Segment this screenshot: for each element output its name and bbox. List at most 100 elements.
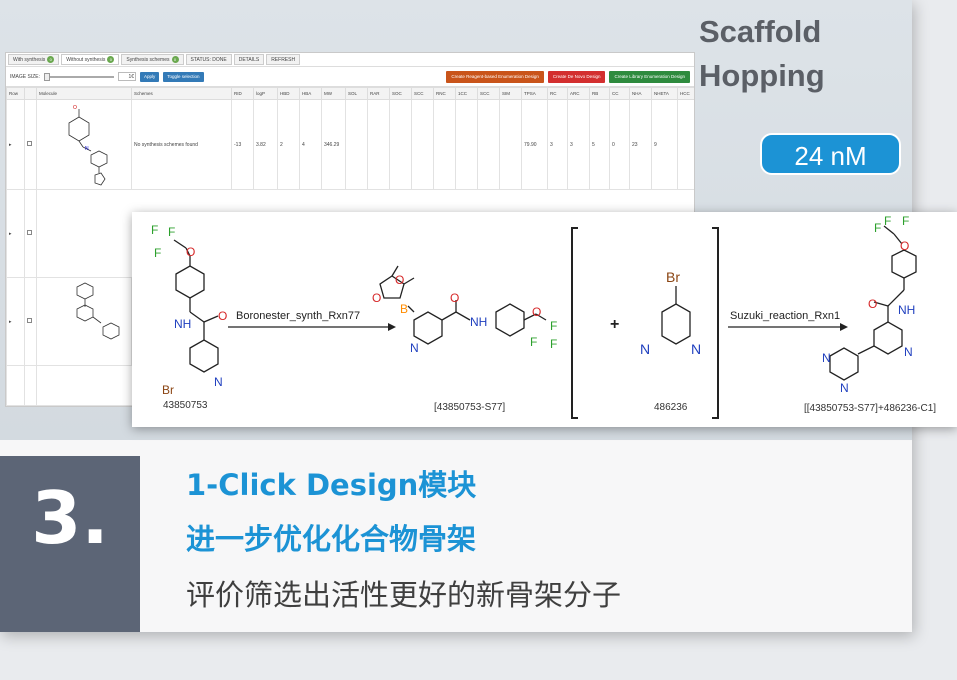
mw-cell: 346.29 [321,99,346,190]
column-header[interactable]: SCC [411,87,434,100]
checkbox[interactable] [27,141,32,146]
tab-bar: With synthesis 0 Without synthesis 0 Synth… [6,53,694,67]
image-size-label: IMAGE SIZE: [10,73,41,80]
column-header[interactable]: RNC [433,87,456,100]
de-novo-design-button[interactable]: Create De Novo Design [547,70,606,83]
library-enumeration-button[interactable]: Create Library Enumeration Design [609,70,690,83]
status-label: STATUS: DONE [190,56,227,63]
compound-id: [43850753-S77] [434,402,505,413]
column-header[interactable]: RB [589,87,610,100]
column-header[interactable]: RC [547,87,568,100]
reaction-label: Boronester_synth_Rxn77 [236,310,360,322]
atom-O: O [450,291,459,305]
details-button[interactable]: DETAILS [233,54,265,65]
column-header[interactable]: Row [6,87,25,100]
atom-N: N [410,341,419,355]
atom-N: N [214,375,223,389]
step-description: 评价筛选出活性更好的新骨架分子 [186,578,622,612]
column-header[interactable]: RAR [367,87,390,100]
column-header[interactable]: NHETA [651,87,678,100]
column-header[interactable]: RID [231,87,254,100]
atom-F: F [874,221,881,235]
column-header[interactable]: HBA [299,87,322,100]
tab-synthesis-schemes[interactable]: Synthesis schemes 0 [121,54,184,65]
bromopyrimidine-structure [661,286,691,345]
image-size-slider[interactable] [44,72,115,81]
column-header[interactable]: TPSA [521,87,548,100]
nha-cell: 23 [629,99,652,190]
atom-B: B [400,302,408,316]
row-expand[interactable]: ▸ [6,189,25,278]
checkbox[interactable] [27,230,32,235]
molecule-cell [36,277,132,366]
atom-O: O [532,305,541,319]
atom-O: O [186,245,195,259]
step-heading-1: 1-Click Design模块 [186,468,477,502]
row-expand[interactable]: ▸ [6,277,25,366]
reagent-enumeration-button[interactable]: Create Reagent-based Enumeration Design [446,70,544,83]
starting-material-structure [173,239,219,373]
tab-count-badge: 0 [47,56,55,63]
hbd-cell: 2 [277,99,300,190]
row-expand[interactable]: ▸ [6,99,25,190]
column-header[interactable]: SIM [499,87,522,100]
atom-N: N [840,381,849,395]
atom-N: N [904,345,913,359]
atom-F: F [550,319,557,333]
row-checkbox[interactable] [24,189,37,278]
atom-Br: Br [666,269,680,285]
tpsa-cell: 79.90 [521,99,548,190]
atom-O: O [395,273,404,287]
page-title: Scaffold Hopping [699,10,825,98]
column-header[interactable]: 1CC [455,87,478,100]
column-header[interactable]: MW [321,87,346,100]
tab-count-badge: 0 [107,56,115,63]
column-header[interactable]: SOC [389,87,412,100]
reaction-label: Suzuki_reaction_Rxn1 [730,310,840,322]
compound-id: [[43850753-S77]+486236-C1] [804,403,936,414]
table-row[interactable]: ▸ [6,99,694,190]
table-header-row: Row Molecule Schemes RID logP HBD HBA MW SOL RAR S… [6,87,694,100]
atom-O: O [868,297,877,311]
slider-knob[interactable] [44,72,51,81]
column-header[interactable]: logP [253,87,278,100]
slide: With synthesis 0 Without synthesis 0 Synth… [0,0,957,680]
status-button[interactable]: STATUS: DONE [185,54,232,65]
checkbox[interactable] [27,318,32,323]
image-size-input[interactable]: 1€ [118,72,137,81]
column-header[interactable]: ARC [567,87,590,100]
column-header[interactable]: HBD [277,87,300,100]
potency-badge: 24 nM [760,133,901,175]
cc-cell: 0 [609,99,630,190]
tab-label: With synthesis [13,56,46,63]
column-header[interactable]: SOL [345,87,368,100]
bracket-left [571,227,578,419]
column-header[interactable]: NHA [629,87,652,100]
rc-cell: 3 [547,99,568,190]
column-header[interactable]: Schemes [131,87,232,100]
column-header[interactable]: Molecule [36,87,132,100]
column-header[interactable]: HCC [677,87,694,100]
atom-NH: NH [470,315,487,329]
tab-with-synthesis[interactable]: With synthesis 0 [8,54,60,65]
tab-without-synthesis[interactable]: Without synthesis 0 [61,54,120,65]
arrow-head [388,323,396,331]
column-header[interactable] [24,87,37,100]
row-checkbox[interactable] [24,277,37,366]
plus-sign: + [610,316,619,333]
atom-NH: NH [898,303,915,317]
refresh-button[interactable]: REFRESH [266,54,301,65]
column-header[interactable]: SCC [477,87,500,100]
apply-button[interactable]: Apply [140,71,160,82]
toggle-selection-button[interactable]: Toggle selection [163,71,204,82]
tab-count-badge: 0 [171,56,179,63]
atom-N: N [691,341,701,357]
step-number: 3. [31,476,109,560]
atom-O: O [900,239,909,253]
nheta-cell: 9 [651,99,678,190]
compound-id: 486236 [654,402,688,413]
column-header[interactable]: CC [609,87,630,100]
atom-F: F [530,335,537,349]
compound-id: 43850753 [163,400,208,411]
row-checkbox[interactable] [24,99,37,190]
